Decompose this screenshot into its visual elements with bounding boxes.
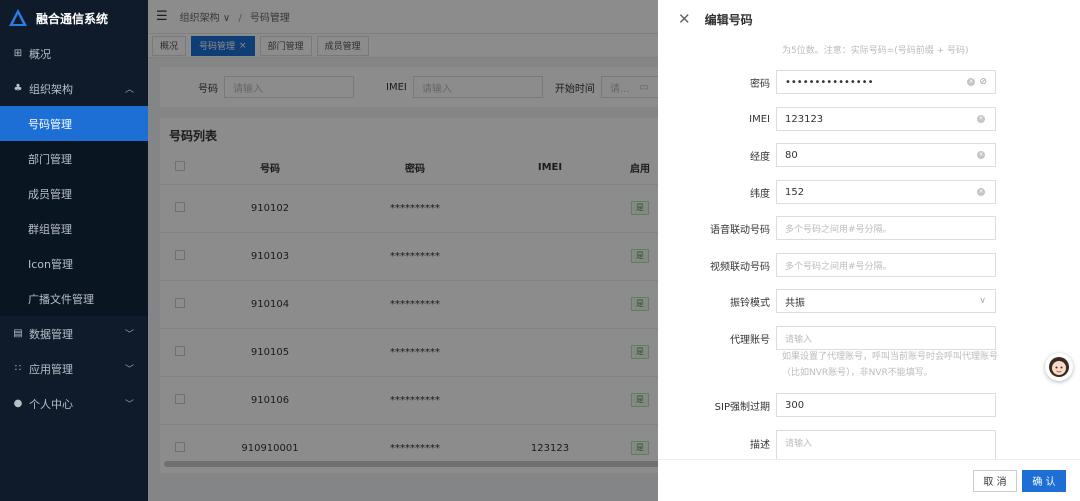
imei-value: 123123 xyxy=(785,113,824,125)
sidebar-item-label: 个人中心 xyxy=(29,397,73,411)
app-title: 融合通信系统 xyxy=(36,11,109,26)
close-icon[interactable]: ✕ xyxy=(678,11,691,27)
sip-expire-row: SIP强制过期 300 xyxy=(658,393,1080,417)
sip-expire-value: 300 xyxy=(785,399,805,411)
proxy-account-placeholder: 请输入 xyxy=(785,334,813,345)
grid-icon: ⊞ xyxy=(13,48,23,59)
chevron-down-icon: ∨ xyxy=(979,296,986,306)
video-link-label: 视频联动号码 xyxy=(710,261,770,273)
longitude-row: 经度 80 × xyxy=(658,143,1080,167)
latitude-label: 纬度 xyxy=(750,188,770,200)
assistant-avatar[interactable] xyxy=(1045,353,1073,381)
sidebar-item-label: 应用管理 xyxy=(29,362,73,376)
sidebar-item-profile[interactable]: ● 个人中心 ﹀ xyxy=(0,386,148,421)
drawer-footer: 取 消 确 认 xyxy=(658,459,1080,501)
voice-link-row: 语音联动号码 多个号码之间用#号分隔。 xyxy=(658,216,1080,240)
sidebar-item-icon-mgmt[interactable]: Icon管理 xyxy=(0,246,148,281)
video-link-row: 视频联动号码 多个号码之间用#号分隔。 xyxy=(658,253,1080,277)
proxy-account-field[interactable]: 请输入 xyxy=(776,326,996,350)
sidebar-item-dept-mgmt[interactable]: 部门管理 xyxy=(0,141,148,176)
longitude-label: 经度 xyxy=(750,151,770,163)
clear-icon[interactable]: × xyxy=(977,188,985,196)
confirm-button[interactable]: 确 认 xyxy=(1022,469,1066,492)
ring-mode-row: 振铃模式 共振 ∨ xyxy=(658,289,1080,313)
drawer-title: 编辑号码 xyxy=(704,12,753,27)
edit-number-drawer: ✕ 编辑号码 为5位数。注意：实际号码=(号码前缀 + 号码) 密码 •••••… xyxy=(658,0,1080,501)
eye-off-icon[interactable]: ⊘ xyxy=(979,77,987,87)
sidebar-item-org[interactable]: ♣ 组织架构 ︿ xyxy=(0,71,148,106)
video-link-field[interactable]: 多个号码之间用#号分隔。 xyxy=(776,253,996,277)
sidebar-item-label: 概况 xyxy=(29,47,51,61)
latitude-field[interactable]: 152 × xyxy=(776,180,996,204)
sidebar-item-member-mgmt[interactable]: 成员管理 xyxy=(0,176,148,211)
sidebar-item-number-mgmt[interactable]: 号码管理 xyxy=(0,106,148,141)
chevron-down-icon: ﹀ xyxy=(124,365,134,375)
app-logo: 融合通信系统 xyxy=(0,0,148,36)
imei-label: IMEI xyxy=(749,113,770,125)
description-label: 描述 xyxy=(750,440,770,451)
assistant-face-icon xyxy=(1049,357,1069,377)
password-field[interactable]: ••••••••••••••• × ⊘ xyxy=(776,70,996,94)
ring-mode-select[interactable]: 共振 ∨ xyxy=(776,289,996,313)
sidebar-item-broadcast-mgmt[interactable]: 广播文件管理 xyxy=(0,281,148,316)
clear-icon[interactable]: × xyxy=(967,78,975,86)
longitude-field[interactable]: 80 × xyxy=(776,143,996,167)
cancel-button[interactable]: 取 消 xyxy=(973,469,1017,492)
description-textarea[interactable]: 请输入 xyxy=(776,430,996,460)
description-row: 描述 请输入 xyxy=(658,430,1080,460)
clear-icon[interactable]: × xyxy=(977,115,985,123)
drawer-header: ✕ 编辑号码 xyxy=(658,0,1080,38)
chevron-down-icon: ﹀ xyxy=(124,330,134,340)
voice-link-field[interactable]: 多个号码之间用#号分隔。 xyxy=(776,216,996,240)
video-link-placeholder: 多个号码之间用#号分隔。 xyxy=(785,261,892,272)
sidebar-item-label: 组织架构 xyxy=(29,82,73,96)
modal-mask[interactable] xyxy=(148,0,658,501)
sidebar-item-data[interactable]: ▤ 数据管理 ﹀ xyxy=(0,316,148,351)
password-value: ••••••••••••••• xyxy=(785,76,874,88)
sidebar-item-group-mgmt[interactable]: 群组管理 xyxy=(0,211,148,246)
sip-expire-label: SIP强制过期 xyxy=(714,401,770,413)
latitude-row: 纬度 152 × xyxy=(658,180,1080,204)
ring-mode-value: 共振 xyxy=(785,297,805,309)
data-icon: ▤ xyxy=(13,328,23,339)
number-hint: 为5位数。注意：实际号码=(号码前缀 + 号码) xyxy=(782,46,969,56)
voice-link-label: 语音联动号码 xyxy=(710,224,770,236)
imei-row: IMEI 123123 × xyxy=(658,107,1080,131)
sidebar-item-label: 数据管理 xyxy=(29,327,73,341)
sip-expire-field[interactable]: 300 xyxy=(776,393,996,417)
org-icon: ♣ xyxy=(13,83,23,94)
proxy-account-label: 代理账号 xyxy=(730,334,770,346)
latitude-value: 152 xyxy=(785,186,805,198)
chevron-up-icon: ︿ xyxy=(124,85,134,95)
voice-link-placeholder: 多个号码之间用#号分隔。 xyxy=(785,224,892,235)
description-placeholder: 请输入 xyxy=(785,439,813,449)
password-label: 密码 xyxy=(750,78,770,90)
longitude-value: 80 xyxy=(785,149,798,161)
proxy-account-hint: 如果设置了代理账号，呼叫当前账号时会呼叫代理账号（比如NVR账号），非NVR不能… xyxy=(782,352,999,378)
apps-icon: ∷ xyxy=(14,363,22,374)
user-icon: ● xyxy=(13,398,23,409)
sidebar-item-overview[interactable]: ⊞ 概况 xyxy=(0,36,148,71)
logo-icon xyxy=(9,9,27,26)
clear-icon[interactable]: × xyxy=(977,151,985,159)
password-row: 密码 ••••••••••••••• × ⊘ xyxy=(658,70,1080,94)
ring-mode-label: 振铃模式 xyxy=(730,297,770,309)
chevron-down-icon: ﹀ xyxy=(124,400,134,410)
sidebar: 融合通信系统 ⊞ 概况 ♣ 组织架构 ︿ 号码管理 部门管理 成员管理 群组管理… xyxy=(0,0,148,501)
proxy-account-row: 代理账号 请输入 xyxy=(658,326,1080,350)
imei-field[interactable]: 123123 × xyxy=(776,107,996,131)
sidebar-item-apps[interactable]: ∷ 应用管理 ﹀ xyxy=(0,351,148,386)
